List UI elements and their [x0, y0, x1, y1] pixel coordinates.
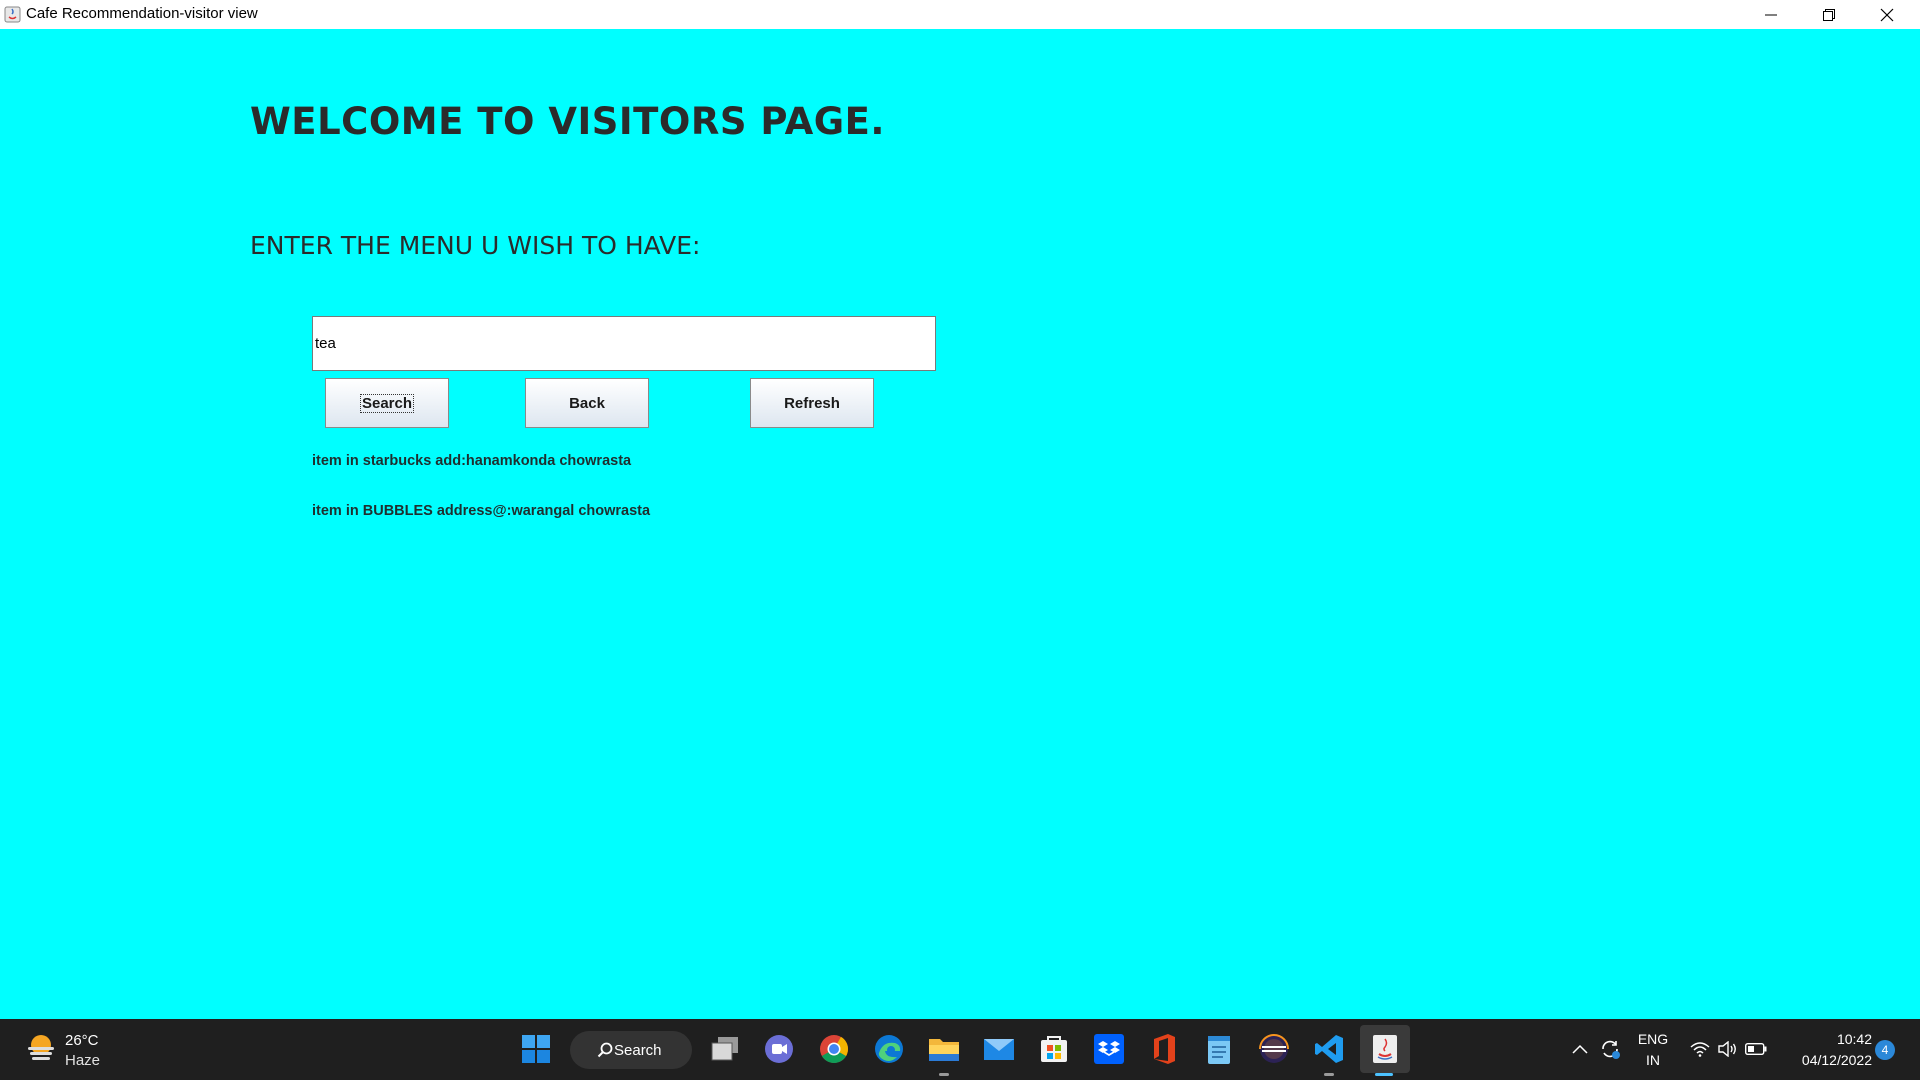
- search-icon: [597, 1042, 613, 1058]
- search-button-label: Search: [359, 393, 415, 413]
- vscode-icon[interactable]: [1311, 1031, 1347, 1067]
- weather-haze-icon[interactable]: [24, 1031, 58, 1065]
- window-title-bar: Cafe Recommendation-visitor view: [0, 0, 1920, 29]
- close-button[interactable]: [1858, 0, 1916, 29]
- task-view-icon[interactable]: [707, 1031, 743, 1067]
- wifi-icon[interactable]: [1686, 1031, 1714, 1067]
- result-item: item in BUBBLES address@:warangal chowra…: [312, 503, 651, 519]
- search-button[interactable]: Search: [325, 378, 449, 428]
- window-title: Cafe Recommendation-visitor view: [26, 5, 258, 22]
- running-indicator: [1324, 1073, 1334, 1076]
- restore-icon: [1823, 8, 1835, 21]
- back-button-label: Back: [569, 394, 605, 412]
- file-explorer-icon[interactable]: [926, 1031, 962, 1067]
- windows-start-icon[interactable]: [518, 1031, 554, 1067]
- office-icon[interactable]: [1146, 1031, 1182, 1067]
- teams-chat-icon[interactable]: [761, 1031, 797, 1067]
- language-indicator-line2[interactable]: IN: [1633, 1052, 1673, 1068]
- result-item: item in starbucks add:hanamkonda chowras…: [312, 453, 632, 469]
- battery-icon[interactable]: [1742, 1031, 1770, 1067]
- page-title: WELCOME TO VISITORS PAGE.: [250, 100, 885, 143]
- menu-prompt-label: ENTER THE MENU U WISH TO HAVE:: [250, 231, 701, 260]
- language-indicator-line1[interactable]: ENG: [1633, 1031, 1673, 1047]
- mail-icon[interactable]: [981, 1031, 1017, 1067]
- minimize-icon: [1765, 14, 1777, 15]
- show-hidden-icons-chevron-icon[interactable]: [1565, 1031, 1595, 1067]
- close-icon: [1880, 8, 1894, 21]
- java-app-icon: [4, 6, 21, 23]
- weather-condition[interactable]: Haze: [65, 1052, 100, 1069]
- active-indicator: [1375, 1073, 1393, 1076]
- refresh-button[interactable]: Refresh: [750, 378, 874, 428]
- menu-search-input[interactable]: [312, 316, 936, 371]
- eclipse-icon[interactable]: [1256, 1031, 1292, 1067]
- taskbar-search-button[interactable]: Search: [570, 1031, 692, 1069]
- dropbox-icon[interactable]: [1091, 1031, 1127, 1067]
- clock-time[interactable]: 10:42: [1782, 1031, 1872, 1047]
- restore-button[interactable]: [1800, 0, 1858, 29]
- taskbar-search-label: Search: [614, 1041, 662, 1059]
- chrome-icon[interactable]: [816, 1031, 852, 1067]
- java-icon[interactable]: [1367, 1031, 1403, 1067]
- volume-icon[interactable]: [1714, 1031, 1742, 1067]
- notepad-icon[interactable]: [1201, 1031, 1237, 1067]
- clock-date[interactable]: 04/12/2022: [1782, 1052, 1872, 1068]
- minimize-button[interactable]: [1742, 0, 1800, 29]
- edge-icon[interactable]: [871, 1031, 907, 1067]
- taskbar: 26°C Haze Search ENG IN 10:42 04/12/2022…: [0, 1019, 1920, 1080]
- running-indicator: [939, 1073, 949, 1076]
- microsoft-store-icon[interactable]: [1036, 1031, 1072, 1067]
- weather-temperature[interactable]: 26°C: [65, 1032, 99, 1049]
- sync-icon[interactable]: [1595, 1031, 1625, 1067]
- notification-badge[interactable]: 4: [1875, 1040, 1895, 1060]
- back-button[interactable]: Back: [525, 378, 649, 428]
- refresh-button-label: Refresh: [784, 394, 840, 412]
